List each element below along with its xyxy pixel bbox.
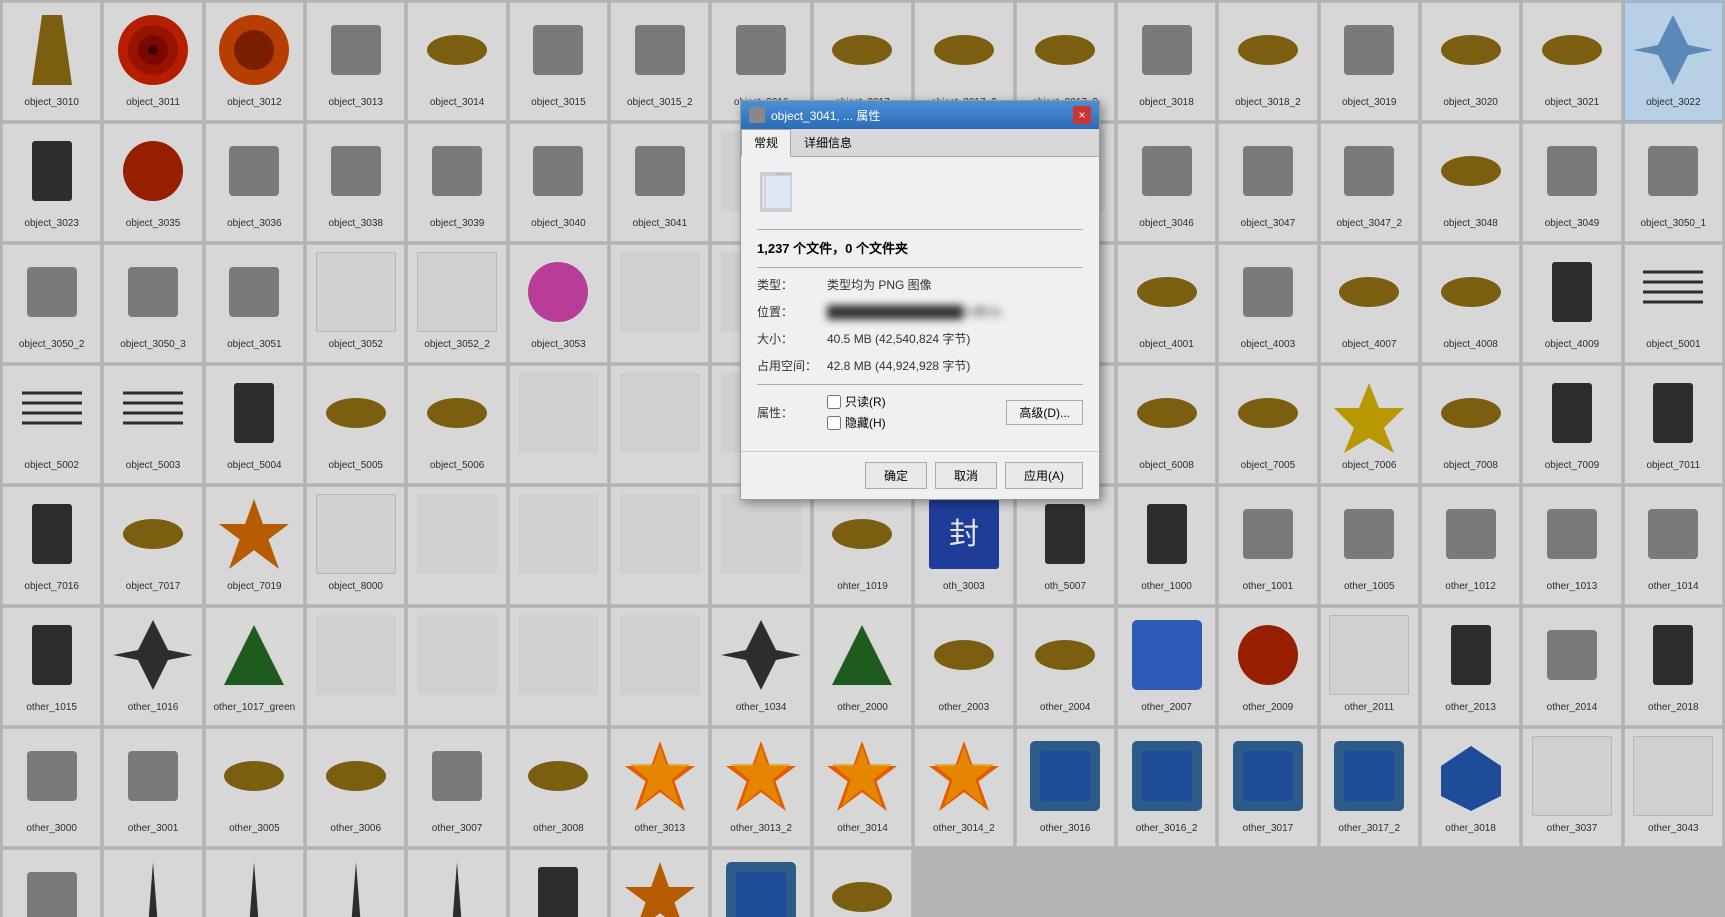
dialog-footer: 确定 取消 应用(A) bbox=[741, 451, 1099, 499]
hidden-row: 隐藏(H) bbox=[827, 414, 1006, 431]
type-label: 类型： bbox=[757, 276, 827, 293]
divider-2 bbox=[757, 267, 1083, 268]
dialog-titlebar: object_3041, ... 属性 × bbox=[741, 101, 1099, 129]
attr-section: 属性： 只读(R) 隐藏(H) 高级(D)... bbox=[757, 393, 1083, 431]
dialog-body: 1,237 个文件，0 个文件夹 类型： 类型均为 PNG 图像 位置： ███… bbox=[741, 157, 1099, 451]
file-count-value: 1,237 个文件，0 个文件夹 bbox=[757, 238, 908, 257]
tab-general[interactable]: 常规 bbox=[741, 129, 791, 157]
dialog-title: object_3041, ... 属性 bbox=[771, 107, 880, 124]
cancel-button[interactable]: 取消 bbox=[935, 462, 997, 489]
type-row: 类型： 类型均为 PNG 图像 bbox=[757, 276, 1083, 293]
disk-value: 42.8 MB (44,924,928 字节) bbox=[827, 357, 1083, 374]
hidden-label: 隐藏(H) bbox=[845, 414, 886, 431]
hidden-checkbox[interactable] bbox=[827, 416, 841, 430]
dialog-overlay: object_3041, ... 属性 × 常规 详细信息 bbox=[0, 0, 1725, 917]
dialog-close-button[interactable]: × bbox=[1073, 106, 1091, 124]
readonly-label: 只读(R) bbox=[845, 393, 886, 410]
divider-1 bbox=[757, 229, 1083, 230]
divider-3 bbox=[757, 384, 1083, 385]
disk-label: 占用空间： bbox=[757, 357, 827, 374]
folder-icon bbox=[749, 107, 765, 123]
ok-button[interactable]: 确定 bbox=[865, 462, 927, 489]
dialog-tabs: 常规 详细信息 bbox=[741, 129, 1099, 157]
file-type-icon bbox=[757, 169, 805, 217]
apply-button[interactable]: 应用(A) bbox=[1005, 462, 1083, 489]
location-label: 位置： bbox=[757, 303, 827, 320]
file-count-row: 1,237 个文件，0 个文件夹 bbox=[757, 238, 1083, 257]
disk-row: 占用空间： 42.8 MB (44,924,928 字节) bbox=[757, 357, 1083, 374]
dialog-titlebar-left: object_3041, ... 属性 bbox=[749, 107, 880, 124]
type-value: 类型均为 PNG 图像 bbox=[827, 276, 1083, 293]
location-row: 位置： ████████████████火影OL bbox=[757, 303, 1083, 320]
readonly-row: 只读(R) bbox=[827, 393, 1006, 410]
checkboxes: 只读(R) 隐藏(H) bbox=[827, 393, 1006, 431]
size-value: 40.5 MB (42,540,824 字节) bbox=[827, 330, 1083, 347]
advanced-button[interactable]: 高级(D)... bbox=[1006, 400, 1083, 425]
tab-details[interactable]: 详细信息 bbox=[791, 129, 865, 156]
file-icon-section bbox=[757, 169, 1083, 217]
size-label: 大小： bbox=[757, 330, 827, 347]
location-value: ████████████████火影OL bbox=[827, 303, 1083, 320]
size-row: 大小： 40.5 MB (42,540,824 字节) bbox=[757, 330, 1083, 347]
properties-dialog: object_3041, ... 属性 × 常规 详细信息 bbox=[740, 100, 1100, 500]
readonly-checkbox[interactable] bbox=[827, 395, 841, 409]
attr-label: 属性： bbox=[757, 404, 827, 421]
